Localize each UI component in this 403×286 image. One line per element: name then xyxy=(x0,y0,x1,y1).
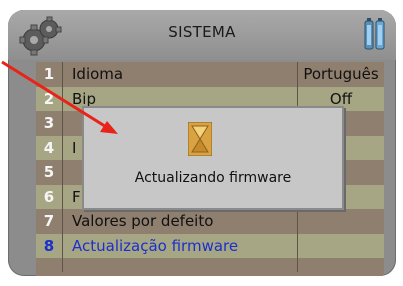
menu-row-label: Actualização firmware xyxy=(72,236,239,255)
menu-row-number: 1 xyxy=(43,65,55,84)
dialog-message: Actualizando firmware xyxy=(134,170,292,186)
menu-row-number: 5 xyxy=(43,163,55,182)
page-title: SISTEMA xyxy=(168,23,236,41)
menu-row-label: I xyxy=(72,138,77,157)
hourglass-icon xyxy=(188,122,212,156)
menu-row-value: Português xyxy=(303,65,379,84)
column-divider xyxy=(62,62,63,272)
menu-row-number: 4 xyxy=(43,138,55,157)
battery-icon xyxy=(364,18,385,50)
menu-row-7[interactable]: 7 Valores por defeito xyxy=(36,209,384,234)
device-screen: SISTEMA 1 Idioma Português 2 Bip Off 3 4 xyxy=(8,10,396,276)
firmware-update-dialog: Actualizando firmware xyxy=(82,106,344,210)
menu-row-label: Valores por defeito xyxy=(72,212,214,231)
menu-row-empty xyxy=(36,258,384,276)
menu-row-label: Idioma xyxy=(72,65,124,84)
header-bar: SISTEMA xyxy=(8,10,396,60)
menu-row-number: 8 xyxy=(43,236,55,255)
menu-row-1[interactable]: 1 Idioma Português xyxy=(36,62,384,87)
menu-row-number: 7 xyxy=(43,212,55,231)
menu-row-number: 3 xyxy=(43,114,55,133)
menu-row-label: F xyxy=(72,187,81,206)
menu-row-8[interactable]: 8 Actualização firmware xyxy=(36,233,384,258)
menu-row-number: 6 xyxy=(43,187,55,206)
menu-row-number: 2 xyxy=(43,89,55,108)
